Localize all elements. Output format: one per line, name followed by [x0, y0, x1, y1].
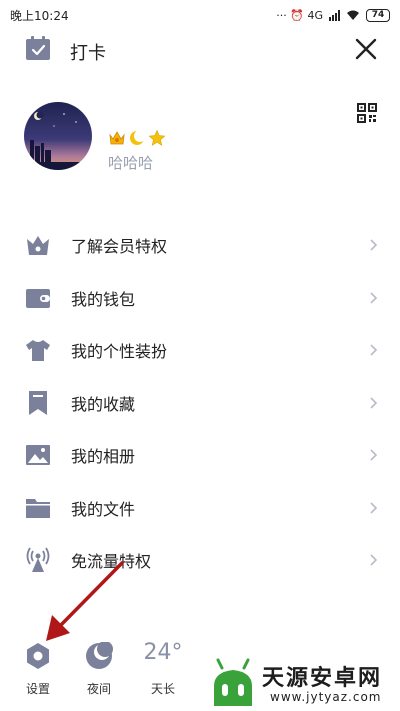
status-indicators: ··· ⏰ 4G 74 [276, 8, 390, 22]
chevron-right-icon [370, 397, 378, 409]
shirt-icon [26, 340, 50, 362]
wallet-icon [26, 288, 50, 308]
watermark-logo: 天源安卓网 www.jytyaz.com [206, 656, 400, 711]
menu-item-outfit[interactable]: 我的个性装扮 [0, 324, 400, 377]
night-mode-button[interactable]: 夜间 [79, 638, 119, 697]
vip-crown-icon [27, 236, 49, 256]
moon-icon [86, 642, 113, 669]
menu-item-favorites[interactable]: 我的收藏 [0, 377, 400, 430]
qr-code-icon[interactable] [357, 103, 377, 123]
battery-icon: 74 [366, 8, 390, 22]
calendar-check-icon[interactable] [25, 36, 51, 62]
menu-list: 了解会员特权 我的钱包 我的个性装扮 我的收藏 我的相册 我的文件 免流量特权 [0, 219, 400, 587]
chevron-right-icon [370, 239, 378, 251]
menu-item-free-data[interactable]: 免流量特权 [0, 534, 400, 587]
menu-item-label: 了解会员特权 [71, 237, 168, 257]
watermark-title: 天源安卓网 [262, 666, 383, 691]
settings-label: 设置 [25, 682, 50, 696]
menu-item-wallet[interactable]: 我的钱包 [0, 272, 400, 325]
menu-item-label: 我的收藏 [71, 394, 136, 414]
android-logo-icon [214, 658, 252, 706]
menu-item-files[interactable]: 我的文件 [0, 482, 400, 535]
member-badges [108, 129, 166, 147]
close-icon[interactable] [354, 37, 378, 61]
weather-button[interactable]: 24° 天长 [139, 638, 187, 697]
menu-item-label: 我的钱包 [71, 289, 136, 309]
chevron-right-icon [370, 292, 378, 304]
status-bar: 晚上10:24 ··· ⏰ 4G 74 [0, 0, 400, 30]
status-right-text: ··· ⏰ 4G [276, 8, 323, 22]
signal-icon [329, 9, 340, 21]
settings-button[interactable]: 设置 [18, 638, 58, 697]
wifi-icon [347, 10, 359, 20]
bookmark-icon [29, 390, 47, 415]
folder-icon [26, 498, 50, 518]
star-badge-icon [148, 129, 166, 146]
photo-album-icon [26, 445, 50, 466]
gear-icon [27, 643, 49, 669]
moon-badge-icon [130, 130, 146, 145]
drawer-header: 打卡 [0, 30, 400, 70]
chevron-right-icon [370, 449, 378, 461]
temperature-value: 24° [143, 640, 183, 665]
menu-item-label: 我的个性装扮 [71, 342, 168, 362]
checkin-label[interactable]: 打卡 [70, 39, 106, 65]
menu-item-album[interactable]: 我的相册 [0, 429, 400, 482]
status-time: 晚上10:24 [10, 8, 69, 23]
menu-item-label: 我的文件 [71, 499, 136, 519]
menu-item-label: 我的相册 [71, 447, 136, 467]
chevron-right-icon [370, 554, 378, 566]
crown-badge-icon [109, 131, 125, 145]
username[interactable]: 哈哈哈 [108, 152, 153, 173]
signal-tower-icon [26, 547, 50, 573]
avatar[interactable] [24, 102, 92, 170]
profile-section: 哈哈哈 [0, 95, 400, 185]
weather-location-label: 天长 [150, 682, 175, 696]
menu-item-vip[interactable]: 了解会员特权 [0, 219, 400, 272]
chevron-right-icon [370, 502, 378, 514]
watermark-url: www.jytyaz.com [270, 690, 382, 704]
menu-item-label: 免流量特权 [71, 552, 152, 572]
chevron-right-icon [370, 344, 378, 356]
night-mode-label: 夜间 [86, 682, 111, 696]
